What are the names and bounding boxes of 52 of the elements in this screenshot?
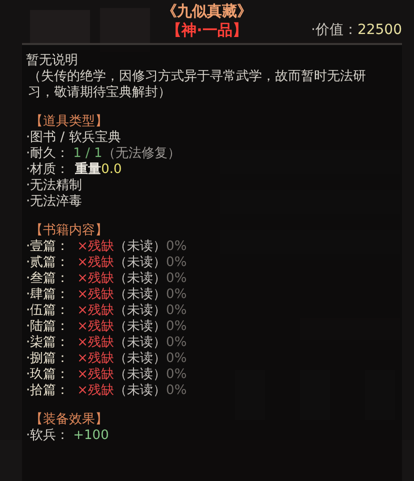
property-label: ·耐久：	[26, 146, 70, 162]
chapter-status: ×残缺	[77, 383, 114, 399]
chapter-name: ·捌篇：	[26, 351, 70, 367]
item-title: 《九似真藏》	[162, 2, 252, 21]
chapter-name: ·拾篇：	[26, 383, 70, 399]
chapter-progress: 0%	[166, 367, 187, 383]
chapter-status: ×残缺	[77, 351, 114, 367]
chapter-name: ·伍篇：	[26, 303, 70, 319]
material-value: 0.0	[101, 162, 122, 178]
chapter-progress: 0%	[166, 383, 187, 399]
chapter-read-state: （未读）	[114, 351, 166, 367]
value-amount: 22500	[357, 22, 402, 38]
chapter-status: ×残缺	[77, 319, 114, 335]
chapter-name: ·贰篇：	[26, 255, 70, 271]
chapter-read-state: （未读）	[114, 271, 166, 287]
description-text: （失传的绝学，因修习方式异于寻常武学，故而暂时无法研习，敬请期待宝典解封）	[27, 69, 367, 101]
chapter-status: ×残缺	[77, 287, 114, 303]
value-label: ·价值：	[311, 22, 358, 38]
property-label: ·材质：	[26, 162, 70, 178]
chapter-read-state: （未读）	[114, 287, 166, 303]
chapter-name: ·壹篇：	[26, 239, 70, 255]
material-name: 重量	[75, 162, 102, 178]
chapter-status: ×残缺	[77, 271, 114, 287]
description-title: 暂无说明	[26, 53, 79, 69]
chapter-name: ·玖篇：	[26, 367, 70, 383]
durability-value: 1 / 1	[73, 146, 102, 162]
chapter-read-state: （未读）	[114, 255, 166, 271]
chapter-name: ·柒篇：	[26, 335, 70, 351]
chapter-read-state: （未读）	[114, 367, 166, 383]
property-line: ·图书 / 软兵宝典	[26, 130, 122, 146]
chapter-status: ×残缺	[77, 239, 114, 255]
item-grade: 【神·一品】	[166, 21, 248, 40]
effect-value: +100	[73, 428, 109, 444]
section-heading: 【书籍内容】	[29, 223, 109, 239]
chapter-read-state: （未读）	[114, 335, 166, 351]
chapter-name: ·肆篇：	[26, 287, 70, 303]
chapter-name: ·陆篇：	[26, 319, 70, 335]
chapter-status: ×残缺	[77, 255, 114, 271]
section-heading: 【道具类型】	[29, 114, 109, 130]
chapter-read-state: （未读）	[114, 239, 166, 255]
durability-note: （无法修复）	[102, 146, 180, 162]
effect-label: ·软兵：	[26, 428, 70, 444]
chapter-status: ×残缺	[77, 367, 114, 383]
chapter-read-state: （未读）	[114, 383, 166, 399]
chapter-read-state: （未读）	[114, 303, 166, 319]
property-line: ·无法精制	[26, 178, 84, 194]
section-heading: 【装备效果】	[29, 412, 109, 428]
property-line: ·无法淬毒	[26, 194, 84, 210]
chapter-read-state: （未读）	[114, 319, 166, 335]
chapter-status: ×残缺	[77, 335, 114, 351]
chapter-status: ×残缺	[77, 303, 114, 319]
chapter-name: ·叁篇：	[26, 271, 70, 287]
